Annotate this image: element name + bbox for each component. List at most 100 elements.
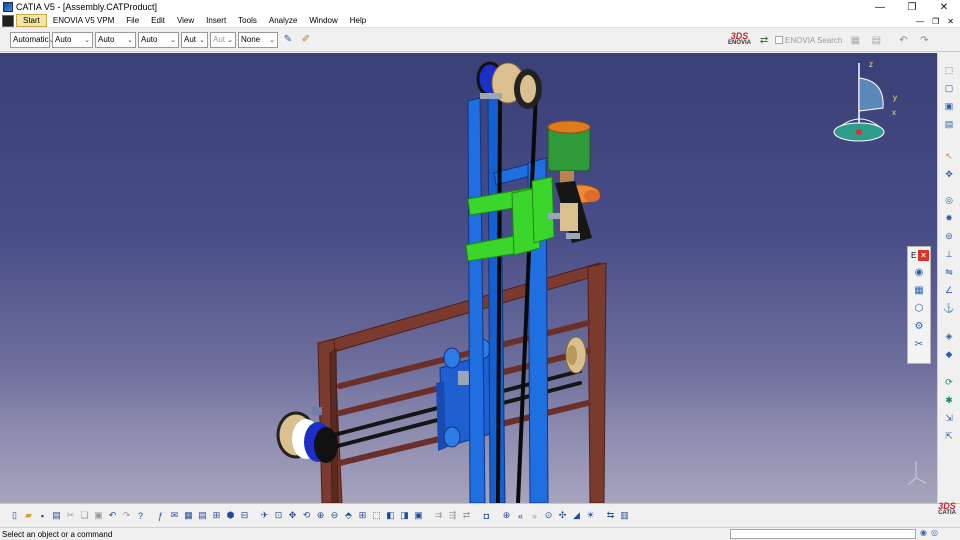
multi-view-icon[interactable]: ⊞ <box>356 508 369 524</box>
document-icon[interactable] <box>2 14 14 27</box>
doc-close-button[interactable]: ✕ <box>947 17 954 26</box>
fastener-icon[interactable]: ⇉ <box>432 508 445 524</box>
sectioning-icon[interactable]: ▦ <box>908 281 930 299</box>
fly-mode-icon[interactable]: ✈ <box>258 508 271 524</box>
manipulation-icon[interactable]: ✥ <box>942 167 957 182</box>
tools-icon[interactable]: ✂ <box>908 335 930 353</box>
pan-icon[interactable]: ✥ <box>286 508 299 524</box>
menu-file[interactable]: File <box>120 15 145 26</box>
cut-icon[interactable]: ✂ <box>64 508 77 524</box>
product-icon[interactable]: ⬚ <box>942 63 957 78</box>
measure-item-icon[interactable]: ⇱ <box>942 429 957 444</box>
comment-icon[interactable]: ✉ <box>168 508 181 524</box>
rendering-style-select[interactable]: Aut ⌄ <box>210 31 236 48</box>
undo-icon[interactable]: ↶ <box>106 508 119 524</box>
macro-icon[interactable]: ▦ <box>182 508 195 524</box>
zoom-in-icon[interactable]: ⊕ <box>314 508 327 524</box>
menu-view[interactable]: View <box>171 15 200 26</box>
whats-this-icon[interactable]: ? <box>134 508 147 524</box>
select-arrow-icon[interactable]: ↖ <box>942 149 957 164</box>
render-icon[interactable]: ◢ <box>570 508 583 524</box>
restore-button[interactable]: ❐ <box>896 0 928 14</box>
floating-toolbar-header[interactable]: E ✕ <box>908 247 930 263</box>
knowledge-icon[interactable]: ⊟ <box>238 508 251 524</box>
enovia-connect-icon[interactable]: ⇄ <box>756 32 772 48</box>
swap-space-icon[interactable]: ▣ <box>412 508 425 524</box>
analyze-icon[interactable]: ✱ <box>942 393 957 408</box>
capture-icon[interactable]: ◘ <box>480 508 493 524</box>
clash-icon[interactable]: ◉ <box>908 263 930 281</box>
close-button[interactable]: ✕ <box>928 0 960 14</box>
zoom-area-icon[interactable]: ⊙ <box>542 508 555 524</box>
previous-view-icon[interactable]: « <box>514 508 527 524</box>
explode-icon[interactable]: ✸ <box>942 211 957 226</box>
line-type-select[interactable]: Auto ⌄ <box>138 31 179 48</box>
view-mode-icon[interactable]: ✣ <box>556 508 569 524</box>
next-view-icon[interactable]: » <box>528 508 541 524</box>
point-type-select[interactable]: Aut ⌄ <box>181 31 208 48</box>
redo-history-icon[interactable]: ↷ <box>916 32 932 48</box>
format-painter-icon[interactable]: ✎ <box>280 32 296 48</box>
open-folder-icon[interactable]: ▰ <box>22 508 35 524</box>
assembly-model[interactable]: z y x <box>0 53 937 503</box>
existing-component-icon[interactable]: ▤ <box>942 117 957 132</box>
menu-analyze[interactable]: Analyze <box>263 15 303 26</box>
doc-minimize-button[interactable]: — <box>916 17 924 26</box>
menu-tools[interactable]: Tools <box>232 15 263 26</box>
measure-icon[interactable]: ⇲ <box>942 411 957 426</box>
cancel-command-icon[interactable]: ◎ <box>931 528 938 537</box>
search-settings-icon[interactable]: ▦ <box>847 32 863 48</box>
undo-history-icon[interactable]: ↶ <box>895 32 911 48</box>
spray-cup[interactable] <box>547 120 601 243</box>
redo-icon[interactable]: ↷ <box>120 508 133 524</box>
bolt-icon[interactable]: ⇄ <box>460 508 473 524</box>
compass[interactable]: z y x <box>833 60 897 142</box>
weld-icon[interactable]: ⇶ <box>446 508 459 524</box>
print-icon[interactable]: ▤ <box>50 508 63 524</box>
distance-icon[interactable]: ⬡ <box>908 299 930 317</box>
constraint-offset-icon[interactable]: ⇋ <box>942 265 957 280</box>
update-icon[interactable]: ⟳ <box>942 375 957 390</box>
close-icon[interactable]: ✕ <box>918 249 929 261</box>
tree-icon[interactable]: ⊞ <box>210 508 223 524</box>
menu-enovia[interactable]: ENOVIA V5 VPM <box>47 15 120 26</box>
new-file-icon[interactable]: ▯ <box>8 508 21 524</box>
line-thickness-select[interactable]: Auto ⌄ <box>95 31 136 48</box>
snap-icon[interactable]: ◎ <box>942 193 957 208</box>
constraint-angle-icon[interactable]: ∠ <box>942 283 957 298</box>
color-select[interactable]: Automatic⌄ <box>10 31 54 48</box>
formula-icon[interactable]: ƒ <box>154 508 167 524</box>
dimension-icon[interactable]: ⇆ <box>604 508 617 524</box>
menu-window[interactable]: Window <box>303 15 343 26</box>
zoom-out-icon[interactable]: ⊖ <box>328 508 341 524</box>
fix-component-icon[interactable]: ⚓ <box>942 301 957 316</box>
normal-view-icon[interactable]: ⬘ <box>342 508 355 524</box>
save-icon[interactable]: ▪ <box>36 508 49 524</box>
fit-all-icon[interactable]: ⊡ <box>272 508 285 524</box>
power-input-icon[interactable]: ◉ <box>920 528 927 537</box>
table-icon[interactable]: ▤ <box>196 508 209 524</box>
properties-brush-icon[interactable]: ✐ <box>298 32 314 48</box>
enovia-search[interactable]: ENOVIA Search <box>775 36 842 45</box>
menu-start[interactable]: Start <box>16 14 47 27</box>
command-input[interactable] <box>730 529 916 539</box>
rotate-icon[interactable]: ⟲ <box>300 508 313 524</box>
annotations-icon[interactable]: ◆ <box>942 347 957 362</box>
lighting-icon[interactable]: ☀ <box>584 508 597 524</box>
menu-edit[interactable]: Edit <box>145 15 171 26</box>
table-export-icon[interactable]: ▥ <box>618 508 631 524</box>
hide-show-icon[interactable]: ◨ <box>398 508 411 524</box>
scenes-icon[interactable]: ◈ <box>942 329 957 344</box>
part-icon[interactable]: ▣ <box>942 99 957 114</box>
minimize-button[interactable]: — <box>864 0 896 14</box>
3d-viewport[interactable]: z y x <box>0 53 937 503</box>
paste-icon[interactable]: ▣ <box>92 508 105 524</box>
mechanism-icon[interactable]: ⚙ <box>908 317 930 335</box>
right-pulley[interactable] <box>565 336 587 374</box>
doc-restore-button[interactable]: ❐ <box>932 17 939 26</box>
constraint-coincidence-icon[interactable]: ⊜ <box>942 229 957 244</box>
menu-help[interactable]: Help <box>344 15 372 26</box>
menu-insert[interactable]: Insert <box>200 15 232 26</box>
transparency-select[interactable]: Auto ⌄ <box>52 31 93 48</box>
iso-view-icon[interactable]: ⬚ <box>370 508 383 524</box>
